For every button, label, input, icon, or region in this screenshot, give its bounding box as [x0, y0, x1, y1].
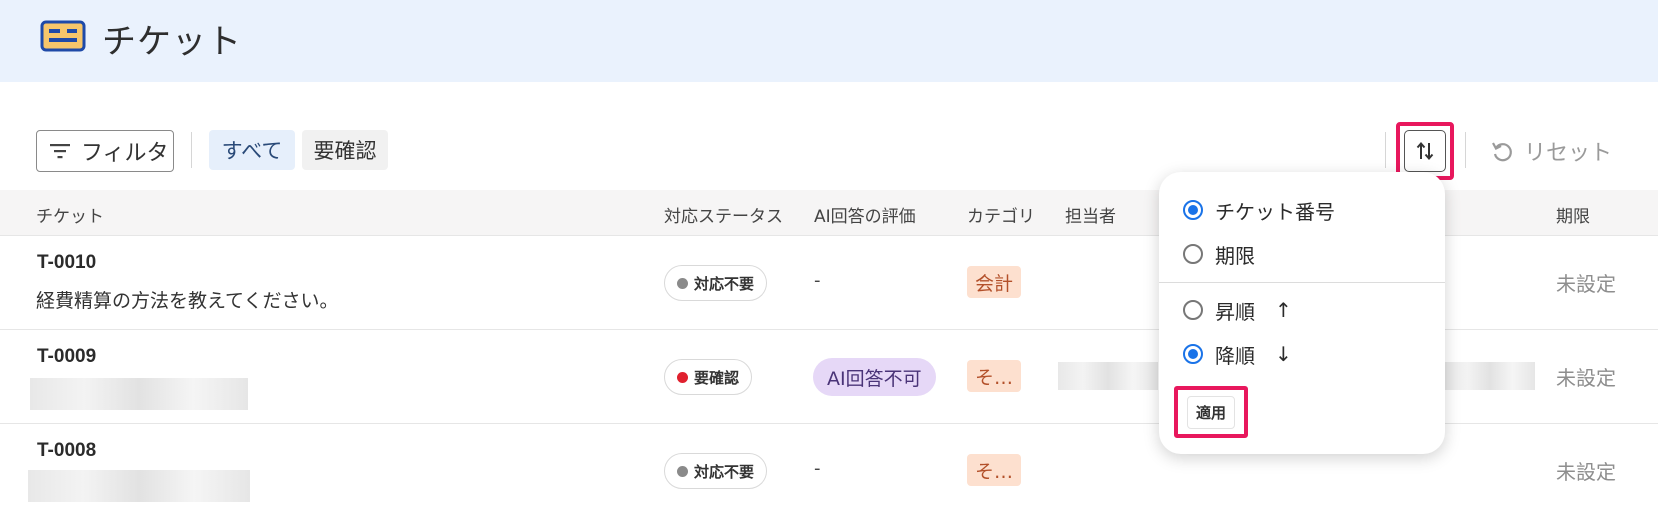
status-label: 要確認 — [694, 368, 740, 387]
ticket-id: T-0009 — [37, 346, 97, 367]
ai-eval-badge: AI回答不可 — [813, 358, 936, 396]
chip-all[interactable]: すべて — [209, 130, 295, 170]
apply-button[interactable]: 適用 — [1186, 395, 1235, 429]
ai-eval: - — [814, 458, 821, 479]
ticket-icon — [40, 20, 86, 52]
toolbar-divider — [1385, 132, 1386, 168]
redacted-subject — [28, 470, 250, 502]
toolbar-divider — [191, 132, 192, 168]
sort-popup: チケット番号 期限 昇順 ↑ 降順 ↓ 適用 — [1159, 172, 1445, 454]
sort-order-label: 昇順 — [1215, 299, 1255, 324]
filter-icon — [50, 144, 70, 159]
sort-field-ticket-number[interactable]: チケット番号 — [1183, 196, 1335, 224]
radio-selected-icon[interactable] — [1183, 344, 1203, 364]
sort-field-label: チケット番号 — [1215, 199, 1335, 224]
popup-divider — [1159, 282, 1445, 283]
status-badge: 対応不要 — [664, 265, 768, 301]
toolbar-divider — [1465, 132, 1466, 168]
sort-order-label: 降順 — [1215, 343, 1255, 368]
status-label: 対応不要 — [694, 274, 755, 293]
status-badge: 対応不要 — [664, 453, 768, 489]
arrow-up-icon: ↑ — [1275, 298, 1292, 322]
due-date: 未設定 — [1556, 460, 1616, 484]
ticket-id: T-0010 — [37, 252, 97, 273]
sort-button[interactable] — [1404, 130, 1446, 172]
sort-field-label: 期限 — [1215, 243, 1255, 268]
due-date: 未設定 — [1556, 272, 1616, 296]
due-date: 未設定 — [1556, 366, 1616, 390]
radio-icon[interactable] — [1183, 244, 1203, 264]
redacted-assignee — [1058, 362, 1158, 390]
status-badge: 要確認 — [664, 359, 753, 395]
arrow-down-icon: ↓ — [1275, 342, 1292, 366]
column-header-ticket[interactable]: チケット — [36, 202, 104, 227]
radio-icon[interactable] — [1183, 300, 1203, 320]
sort-icon — [1416, 141, 1434, 161]
redacted-subject — [30, 378, 248, 410]
column-header-due[interactable]: 期限 — [1556, 202, 1590, 227]
sort-order-ascending[interactable]: 昇順 ↑ — [1183, 296, 1292, 324]
reset-icon — [1492, 142, 1512, 162]
column-header-ai-eval[interactable]: AI回答の評価 — [814, 202, 916, 227]
sort-field-due[interactable]: 期限 — [1183, 240, 1255, 268]
status-dot — [677, 371, 688, 383]
category-badge: そ… — [967, 360, 1022, 392]
radio-selected-icon[interactable] — [1183, 200, 1203, 220]
ticket-subject: 経費精算の方法を教えてください。 — [36, 290, 339, 312]
status-dot — [677, 465, 688, 477]
apply-button-highlight[interactable]: 適用 — [1174, 386, 1248, 438]
filter-button-label: フィルタ — [81, 141, 169, 166]
ticket-id: T-0008 — [37, 440, 97, 461]
reset-button[interactable]: リセット — [1490, 130, 1612, 172]
page-header: チケット — [0, 0, 1658, 82]
redacted-value — [1445, 362, 1535, 390]
toolbar: フィルタ すべて 要確認 リセット — [0, 122, 1658, 180]
status-dot — [677, 277, 688, 289]
category-badge: 会計 — [967, 266, 1022, 298]
category-badge: そ… — [967, 454, 1022, 486]
filter-button[interactable]: フィルタ — [36, 130, 174, 172]
column-header-assignee[interactable]: 担当者 — [1065, 202, 1116, 227]
page-title: チケット — [102, 22, 242, 62]
reset-button-label: リセット — [1524, 141, 1613, 166]
column-header-status[interactable]: 対応ステータス — [664, 202, 783, 227]
status-label: 対応不要 — [694, 462, 755, 481]
chip-needs-confirmation[interactable]: 要確認 — [302, 130, 388, 170]
sort-order-descending[interactable]: 降順 ↓ — [1183, 340, 1292, 368]
ai-eval: - — [814, 270, 821, 291]
column-header-category[interactable]: カテゴリ — [967, 202, 1035, 227]
